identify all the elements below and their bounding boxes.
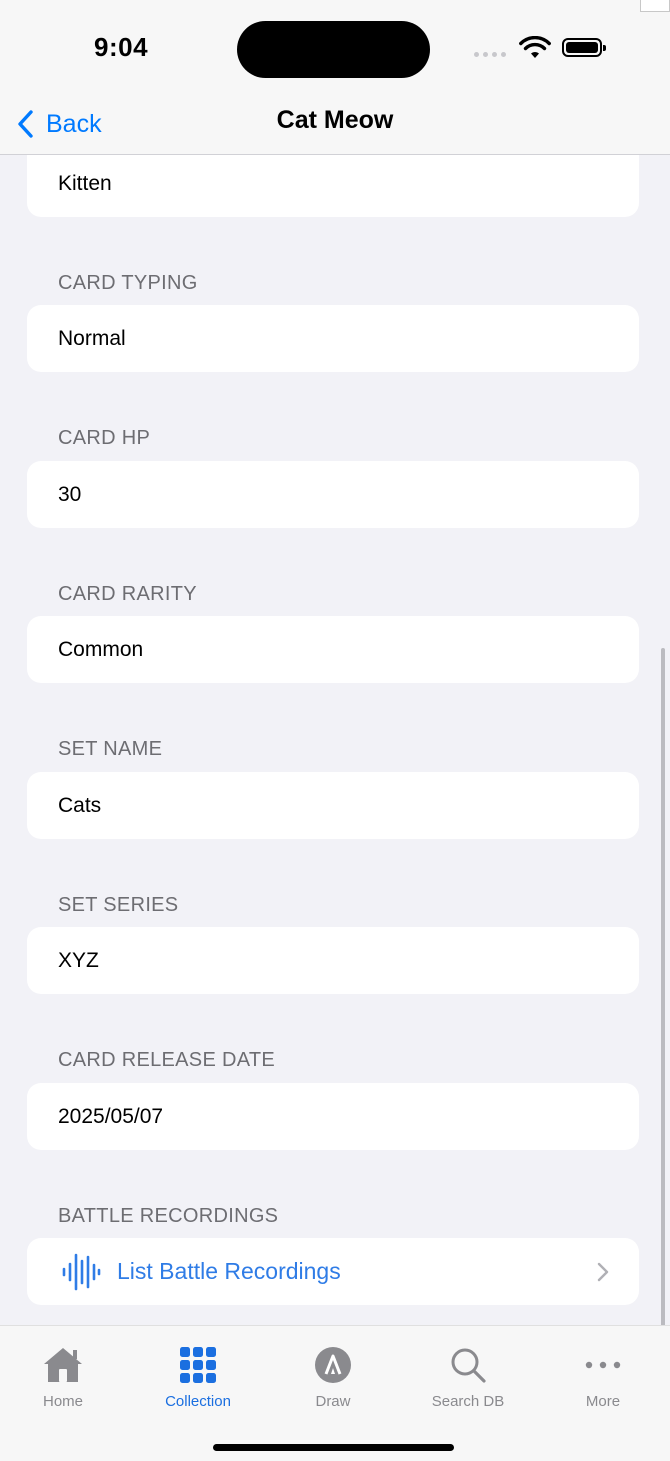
list-battle-recordings-label: List Battle Recordings <box>117 1258 341 1284</box>
card-release-date-value: 2025/05/07 <box>58 1104 164 1128</box>
waveform-icon <box>62 1253 101 1290</box>
card-hp-field: 30 <box>27 461 639 528</box>
set-name-field: Cats <box>27 772 639 839</box>
card-hp-value: 30 <box>58 482 82 506</box>
battle-recordings-header: BATTLE RECORDINGS <box>58 1205 279 1227</box>
set-name-header: SET NAME <box>58 738 163 760</box>
tab-search-db[interactable]: Search DB <box>401 1326 535 1416</box>
tab-draw-label: Draw <box>315 1393 351 1410</box>
card-rarity-header: CARD RARITY <box>58 583 197 605</box>
card-rarity-value: Common <box>58 637 144 661</box>
tab-more[interactable]: More <box>536 1326 670 1416</box>
card-typing-field: Normal <box>27 305 639 372</box>
card-stage-value: Kitten <box>58 172 112 195</box>
status-bar: 9:04 <box>0 0 670 98</box>
tab-bar: Home Collection Draw Search DB More <box>0 1325 670 1461</box>
home-indicator[interactable] <box>213 1444 454 1451</box>
tab-home-label: Home <box>42 1393 83 1410</box>
card-release-date-field: 2025/05/07 <box>27 1083 639 1150</box>
tab-draw[interactable]: Draw <box>266 1326 400 1416</box>
cellular-signal-icon <box>474 52 508 58</box>
detail-list[interactable]: Kitten CARD TYPING Normal CARD HP 30 CAR… <box>0 155 670 1325</box>
magnifier-icon <box>451 1348 486 1383</box>
house-icon <box>44 1348 82 1382</box>
page-title: Cat Meow <box>276 106 394 134</box>
card-stage-field: Kitten <box>27 155 639 217</box>
wifi-icon <box>519 36 551 58</box>
chevron-right-icon <box>597 1262 609 1282</box>
set-series-value: XYZ <box>58 948 99 972</box>
navigation-bar: Back Cat Meow <box>0 98 670 155</box>
status-time: 9:04 <box>94 32 149 62</box>
corner-marker <box>640 0 670 12</box>
tab-search-db-label: Search DB <box>431 1393 505 1410</box>
set-series-field: XYZ <box>27 927 639 994</box>
tab-collection-label: Collection <box>165 1393 231 1410</box>
tab-more-label: More <box>585 1393 621 1410</box>
card-typing-header: CARD TYPING <box>58 272 198 294</box>
battery-icon <box>562 38 606 57</box>
set-series-header: SET SERIES <box>58 894 179 916</box>
draw-icon <box>315 1347 351 1383</box>
grid-icon <box>180 1347 216 1383</box>
dynamic-island <box>237 21 430 78</box>
list-battle-recordings-button[interactable]: List Battle Recordings <box>27 1238 639 1305</box>
scroll-indicator[interactable] <box>661 648 665 1334</box>
tab-collection[interactable]: Collection <box>131 1326 265 1416</box>
tab-home[interactable]: Home <box>0 1326 130 1416</box>
card-typing-value: Normal <box>58 326 126 350</box>
card-rarity-field: Common <box>27 616 639 683</box>
ellipsis-icon <box>585 1361 621 1369</box>
set-name-value: Cats <box>58 793 102 817</box>
card-hp-header: CARD HP <box>58 427 151 449</box>
card-release-date-header: CARD RELEASE DATE <box>58 1049 276 1071</box>
